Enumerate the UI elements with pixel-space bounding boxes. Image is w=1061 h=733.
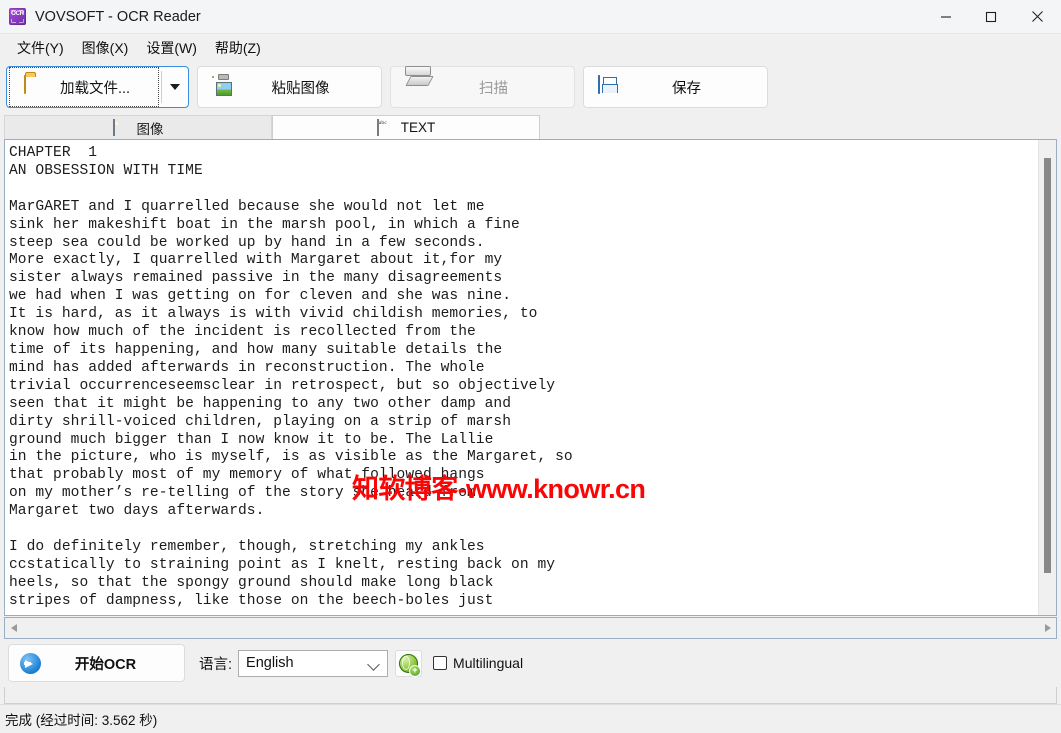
menu-help[interactable]: 帮助(Z) (206, 35, 270, 61)
tab-image[interactable]: 图像 (4, 115, 272, 139)
save-button[interactable]: 保存 (583, 66, 768, 108)
image-icon (112, 119, 130, 136)
maximize-button[interactable] (968, 0, 1013, 33)
tab-text-label: TEXT (400, 120, 436, 135)
bottom-bar: 开始OCR 语言: English Multilingual (0, 639, 1061, 687)
menu-image[interactable]: 图像(X) (73, 35, 138, 61)
menu-settings[interactable]: 设置(W) (137, 35, 206, 61)
vertical-scrollbar[interactable] (1038, 140, 1056, 615)
start-ocr-button[interactable]: 开始OCR (8, 644, 185, 682)
minimize-button[interactable] (923, 0, 968, 33)
save-label: 保存 (672, 80, 701, 97)
title-bar: VOVSOFT - OCR Reader (0, 0, 1061, 34)
blue-arrow-icon (20, 652, 41, 674)
chevron-down-icon (367, 657, 380, 671)
add-language-button[interactable] (395, 649, 423, 677)
paste-image-button[interactable]: 粘贴图像 (197, 66, 382, 108)
load-file-dropdown-button[interactable] (162, 67, 188, 107)
load-file-button[interactable]: 加载文件... (9, 67, 159, 107)
status-bar: 完成 (经过时间: 3.562 秒) (0, 704, 1061, 733)
load-file-label: 加载文件... (59, 80, 131, 97)
menu-file[interactable]: 文件(Y) (8, 35, 73, 61)
tab-strip: 图像 TEXT (0, 113, 1061, 139)
clipboard-image-icon (212, 74, 234, 98)
status-panel-divider (4, 687, 1057, 704)
multilingual-checkbox-group[interactable]: Multilingual (433, 655, 523, 671)
window-title: VOVSOFT - OCR Reader (35, 8, 201, 25)
tab-image-label: 图像 (136, 121, 164, 137)
status-text: 完成 (经过时间: 3.562 秒) (5, 713, 158, 728)
text-editor-panel: CHAPTER 1 AN OBSESSION WITH TIME MarGARE… (4, 139, 1057, 616)
vertical-scrollbar-thumb[interactable] (1044, 158, 1051, 573)
multilingual-checkbox[interactable] (433, 656, 448, 670)
scroll-right-arrow-icon[interactable] (1039, 618, 1056, 638)
scroll-left-arrow-icon[interactable] (5, 618, 22, 638)
chevron-down-icon (170, 84, 180, 90)
ocr-text-content: CHAPTER 1 AN OBSESSION WITH TIME MarGARE… (9, 145, 573, 609)
folder-icon (24, 75, 46, 98)
globe-add-icon (399, 653, 422, 677)
floppy-disk-icon (598, 75, 620, 98)
window-controls (923, 0, 1061, 33)
menu-bar: 文件(Y) 图像(X) 设置(W) 帮助(Z) (0, 34, 1061, 61)
ocr-reader-window: VOVSOFT - OCR Reader 文件(Y) 图像(X) 设置(W) 帮… (0, 0, 1061, 733)
multilingual-label: Multilingual (453, 655, 524, 671)
text-document-icon (376, 119, 394, 136)
tab-text[interactable]: TEXT (272, 115, 540, 139)
ocr-text-area[interactable]: CHAPTER 1 AN OBSESSION WITH TIME MarGARE… (5, 140, 1038, 615)
language-selected-value: English (246, 655, 294, 671)
language-label: 语言: (199, 656, 233, 673)
close-button[interactable] (1013, 0, 1061, 33)
scan-button[interactable]: 扫描 (390, 66, 575, 108)
scanner-icon (405, 66, 434, 98)
load-file-split-button[interactable]: 加载文件... (6, 66, 189, 108)
ocr-app-icon (9, 8, 26, 25)
toolbar: 加载文件... 粘贴图像 扫描 保存 (0, 61, 1061, 113)
horizontal-scrollbar[interactable] (4, 617, 1057, 639)
start-ocr-label: 开始OCR (74, 656, 137, 673)
scan-label: 扫描 (479, 80, 508, 97)
language-select[interactable]: English (238, 649, 389, 677)
paste-image-label: 粘贴图像 (271, 80, 330, 97)
